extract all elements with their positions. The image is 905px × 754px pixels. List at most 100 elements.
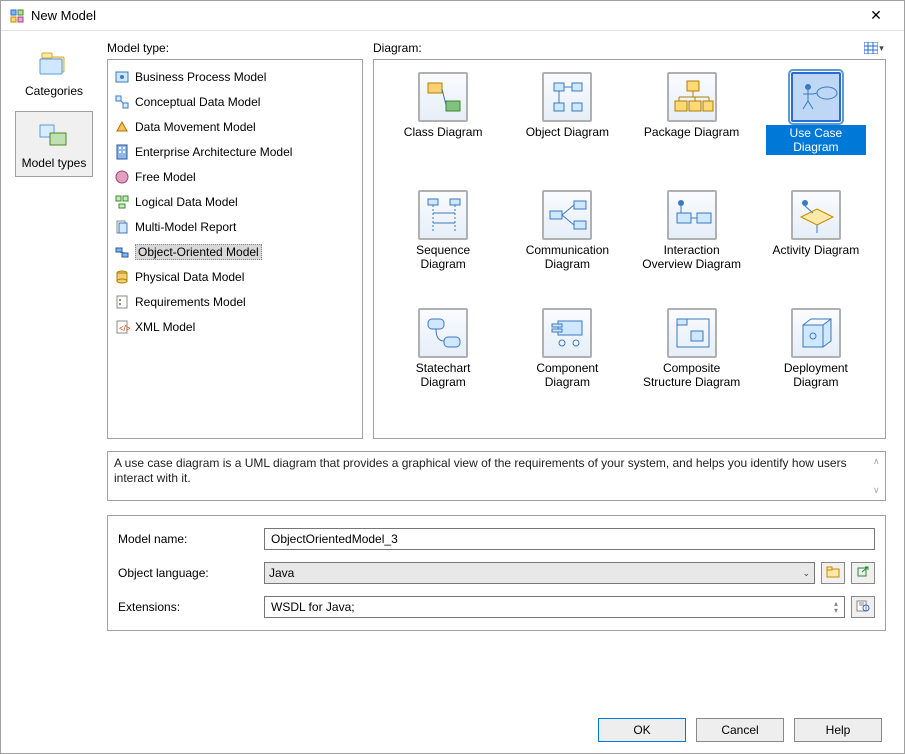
extensions-manage-button[interactable] — [851, 596, 875, 618]
nav-model-types[interactable]: Model types — [15, 111, 93, 177]
view-mode-button[interactable]: ▾ — [862, 39, 886, 57]
help-button[interactable]: Help — [794, 718, 882, 742]
spin-arrows-icon: ▴▾ — [834, 600, 838, 614]
extensions-value: WSDL for Java; — [271, 600, 355, 614]
model-type-list[interactable]: Business Process Model Conceptual Data Mo… — [107, 59, 363, 439]
diagram-label: Package Diagram — [644, 125, 739, 139]
model-name-input[interactable] — [264, 528, 875, 550]
model-type-item[interactable]: Enterprise Architecture Model — [112, 139, 358, 164]
diagram-item[interactable]: Interaction Overview Diagram — [633, 186, 751, 298]
diagram-item[interactable]: Activity Diagram — [757, 186, 875, 298]
model-type-item[interactable]: Object-Oriented Model — [112, 239, 358, 264]
diagram-item[interactable]: Communication Diagram — [508, 186, 626, 298]
description-text: A use case diagram is a UML diagram that… — [114, 456, 847, 485]
right-panel: Model type: Business Process Model Concep… — [107, 31, 904, 705]
list-search-icon — [856, 600, 870, 615]
model-type-column: Model type: Business Process Model Concep… — [107, 39, 363, 439]
model-type-label: Object-Oriented Model — [135, 244, 262, 260]
window-title: New Model — [31, 8, 856, 23]
diagram-item[interactable]: Deployment Diagram — [757, 304, 875, 416]
chevron-down-icon: ⌄ — [802, 568, 810, 579]
cancel-button[interactable]: Cancel — [696, 718, 784, 742]
diagram-item[interactable]: Class Diagram — [384, 68, 502, 180]
model-icon — [114, 144, 130, 160]
model-type-item[interactable]: Data Movement Model — [112, 114, 358, 139]
nav-categories[interactable]: Categories — [15, 39, 93, 105]
model-icon: </> — [114, 319, 130, 335]
row-extensions: Extensions: WSDL for Java; ▴▾ — [118, 594, 875, 620]
grid-icon — [864, 42, 878, 54]
ok-button[interactable]: OK — [598, 718, 686, 742]
browse-language-button[interactable] — [821, 562, 845, 584]
model-types-icon — [37, 118, 71, 152]
model-icon — [114, 169, 130, 185]
model-type-item[interactable]: Logical Data Model — [112, 189, 358, 214]
diagram-label: Diagram: — [373, 41, 422, 55]
model-type-label: Requirements Model — [135, 295, 246, 309]
titlebar: New Model ✕ — [1, 1, 904, 31]
diagram-item[interactable]: Sequence Diagram — [384, 186, 502, 298]
model-icon — [114, 119, 130, 135]
diagram-label: Use Case Diagram — [766, 125, 866, 155]
diagram-label: Communication Diagram — [517, 243, 617, 271]
diagram-label: Deployment Diagram — [766, 361, 866, 389]
app-icon — [9, 8, 25, 24]
model-type-label: Logical Data Model — [135, 195, 238, 209]
nav-categories-label: Categories — [25, 84, 83, 98]
object-language-select[interactable]: Java ⌄ — [264, 562, 815, 584]
model-icon — [114, 269, 130, 285]
model-icon — [114, 94, 130, 110]
diagram-label: Component Diagram — [517, 361, 617, 389]
row-object-language: Object language: Java ⌄ — [118, 560, 875, 586]
folder-open-icon — [826, 566, 840, 581]
diagram-label: Interaction Overview Diagram — [642, 243, 742, 271]
description-box: A use case diagram is a UML diagram that… — [107, 451, 886, 501]
share-language-button[interactable] — [851, 562, 875, 584]
chevron-down-icon: ▾ — [879, 43, 884, 54]
scroll-indicator[interactable]: ∧∨ — [873, 454, 883, 498]
model-type-label: Model type: — [107, 39, 363, 57]
model-type-item[interactable]: Conceptual Data Model — [112, 89, 358, 114]
model-icon — [114, 294, 130, 310]
diagram-icon — [667, 190, 717, 240]
diagram-item[interactable]: Component Diagram — [508, 304, 626, 416]
model-type-item[interactable]: </> XML Model — [112, 314, 358, 339]
new-model-dialog: New Model ✕ Categories Model types — [0, 0, 905, 754]
model-icon — [114, 194, 130, 210]
model-name-label: Model name: — [118, 532, 258, 546]
diagram-label: Activity Diagram — [773, 243, 860, 257]
nav-model-types-label: Model types — [22, 156, 87, 170]
extensions-input[interactable]: WSDL for Java; ▴▾ — [264, 596, 845, 618]
diagram-icon — [542, 72, 592, 122]
diagram-grid[interactable]: Class Diagram Object Diagram Package Diagr… — [373, 59, 886, 439]
close-icon: ✕ — [870, 7, 882, 24]
diagram-item[interactable]: Package Diagram — [633, 68, 751, 180]
diagram-icon — [418, 190, 468, 240]
model-type-label: Conceptual Data Model — [135, 95, 260, 109]
model-type-label: Physical Data Model — [135, 270, 244, 284]
extensions-label: Extensions: — [118, 600, 258, 614]
model-icon — [114, 219, 130, 235]
left-nav: Categories Model types — [1, 31, 107, 705]
close-button[interactable]: ✕ — [856, 2, 896, 30]
model-icon — [114, 244, 130, 260]
diagram-item[interactable]: Object Diagram — [508, 68, 626, 180]
diagram-item[interactable]: Composite Structure Diagram — [633, 304, 751, 416]
dialog-body: Categories Model types Model type: Busin… — [1, 31, 904, 705]
model-type-label: Enterprise Architecture Model — [135, 145, 292, 159]
model-type-item[interactable]: Business Process Model — [112, 64, 358, 89]
diagram-item[interactable]: Statechart Diagram — [384, 304, 502, 416]
diagram-icon — [667, 72, 717, 122]
model-type-label: Business Process Model — [135, 70, 266, 84]
share-icon — [856, 566, 870, 581]
diagram-icon — [542, 308, 592, 358]
model-type-label: XML Model — [135, 320, 195, 334]
diagram-item[interactable]: Use Case Diagram — [757, 68, 875, 180]
diagram-label: Composite Structure Diagram — [642, 361, 742, 389]
diagram-label: Object Diagram — [526, 125, 609, 139]
model-type-item[interactable]: Physical Data Model — [112, 264, 358, 289]
diagram-column: Diagram: ▾ Class Diagram Object Diagram Pa… — [373, 39, 886, 439]
model-type-item[interactable]: Requirements Model — [112, 289, 358, 314]
model-type-item[interactable]: Multi-Model Report — [112, 214, 358, 239]
model-type-item[interactable]: Free Model — [112, 164, 358, 189]
